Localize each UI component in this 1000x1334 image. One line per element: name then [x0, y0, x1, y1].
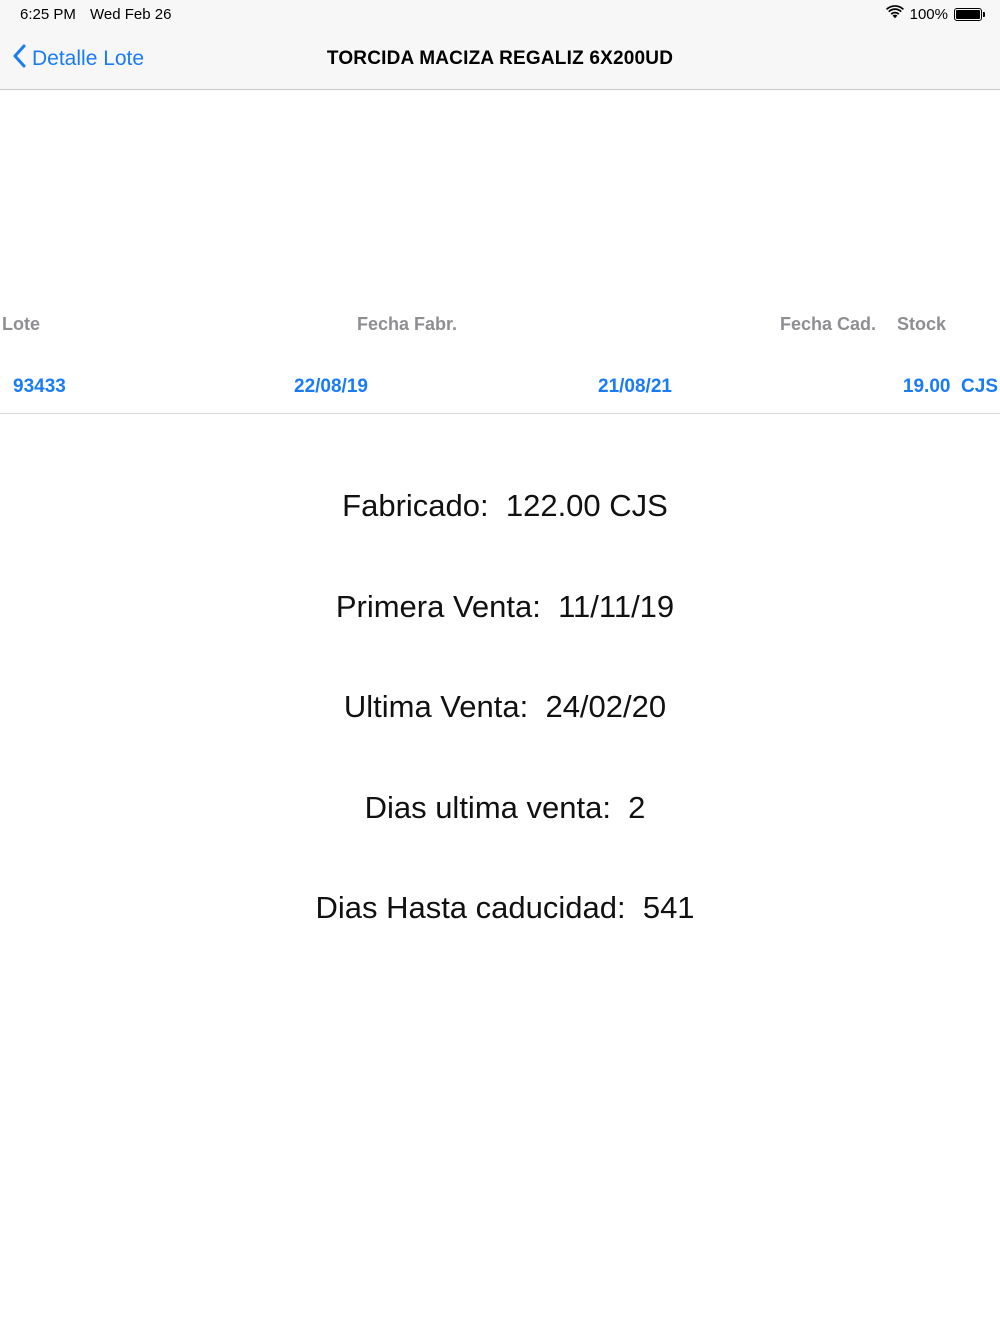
cell-lote: 93433: [13, 376, 66, 397]
header-fecha-cad: Fecha Cad.: [780, 314, 877, 334]
dias-hasta-caducidad-label: Dias Hasta caducidad: 541: [315, 890, 695, 925]
battery-icon: [954, 7, 985, 21]
cell-fecha-fabr: 22/08/19: [294, 376, 368, 397]
fabricado-label: Fabricado: 122.00 CJS: [342, 488, 668, 523]
status-time: 6:25 PM: [20, 6, 76, 23]
page-title: TORCIDA MACIZA REGALIZ 6X200UD: [326, 48, 674, 69]
header-lote: Lote: [2, 314, 40, 334]
status-date: Wed Feb 26: [90, 6, 172, 23]
cell-stock: 19.00 CJS: [902, 376, 998, 397]
primera-venta-label: Primera Venta: 11/11/19: [335, 588, 675, 624]
navigation-bar: Detalle Lote TORCIDA MACIZA REGALIZ 6X20…: [0, 28, 1000, 90]
summary-panel: Fabricado: 122.00 CJS Primera Venta: 11/…: [0, 488, 1000, 991]
table-header: Lote Fecha Fabr. Fecha Cad. Stock: [0, 314, 1000, 340]
cell-fecha-cad: 21/08/21: [598, 376, 672, 397]
dias-ultima-venta-label: Dias ultima venta: 2: [364, 789, 646, 825]
header-stock: Stock: [897, 314, 947, 334]
status-right: 100%: [885, 5, 985, 23]
wifi-icon: [885, 5, 904, 23]
table-row[interactable]: 93433 22/08/19 21/08/21 19.00 CJS: [0, 356, 1000, 414]
header-fecha-fabr: Fecha Fabr.: [357, 314, 458, 334]
status-bar: 6:25 PM Wed Feb 26 100%: [0, 0, 1000, 28]
ultima-venta-label: Ultima Venta: 24/02/20: [343, 689, 667, 724]
battery-percentage: 100%: [909, 5, 948, 23]
